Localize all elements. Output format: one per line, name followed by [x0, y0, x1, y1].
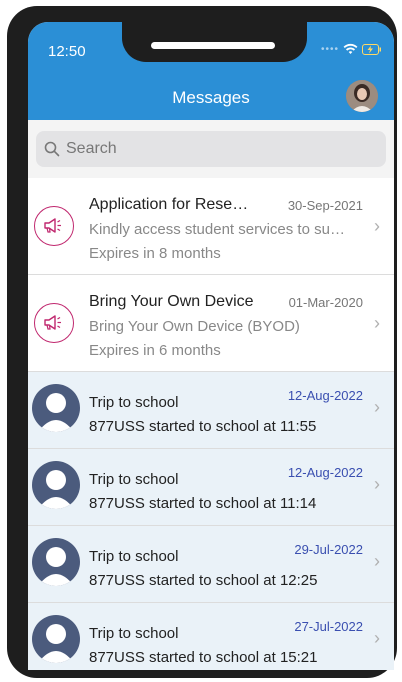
trip-message: 877USS started to school at 12:25 — [89, 572, 318, 589]
status-icons: •••• — [321, 43, 382, 55]
chevron-right-icon: › — [374, 474, 380, 494]
person-placeholder-icon — [32, 615, 80, 663]
list-item[interactable]: Trip to school 12-Aug-2022 877USS starte… — [28, 372, 394, 449]
trip-title: Trip to school — [89, 548, 179, 565]
speaker-slot — [151, 42, 275, 49]
trip-date: 12-Aug-2022 — [287, 465, 363, 480]
message-expiry: Expires in 8 months — [89, 245, 221, 262]
battery-charging-icon — [362, 43, 381, 55]
search-bar[interactable] — [36, 131, 386, 167]
megaphone-icon — [34, 206, 74, 246]
message-title: Bring Your Own Device — [89, 293, 254, 310]
app-header: 12:50 •••• Messages — [28, 22, 394, 120]
avatar-photo-icon — [346, 80, 378, 112]
megaphone-icon — [34, 303, 74, 343]
list-item[interactable]: Trip to school 12-Aug-2022 877USS starte… — [28, 449, 394, 526]
chevron-right-icon: › — [374, 551, 380, 571]
message-expiry: Expires in 6 months — [89, 342, 221, 359]
trip-title: Trip to school — [89, 471, 179, 488]
message-preview: Bring Your Own Device (BYOD) — [89, 318, 300, 335]
person-placeholder-icon — [32, 461, 80, 509]
search-input[interactable] — [66, 140, 376, 158]
status-time: 12:50 — [48, 43, 86, 60]
page-title: Messages — [172, 88, 250, 107]
message-date: 01-Mar-2020 — [288, 295, 363, 310]
signal-icon: •••• — [320, 43, 339, 55]
search-area — [28, 120, 394, 178]
app-screen: 12:50 •••• Messages Search Application f… — [28, 22, 394, 670]
trip-title: Trip to school — [89, 625, 179, 642]
device-notch — [122, 22, 307, 62]
message-title: Application for Rese… — [89, 196, 249, 213]
profile-avatar[interactable] — [346, 80, 378, 112]
list-item[interactable]: Bring Your Own Device 01-Mar-2020 Bring … — [28, 275, 394, 372]
message-date: 30-Sep-2021 — [287, 198, 363, 213]
chevron-right-icon: › — [374, 216, 380, 236]
trip-message: 877USS started to school at 15:21 — [89, 649, 318, 666]
list-item[interactable]: Trip to school 27-Jul-2022 877USS starte… — [28, 603, 394, 670]
message-list: Application for Rese… 30-Sep-2021 Kindly… — [28, 178, 394, 670]
trip-message: 877USS started to school at 11:55 — [89, 418, 317, 435]
wifi-icon — [343, 43, 358, 54]
trip-date: 27-Jul-2022 — [294, 619, 363, 634]
chevron-right-icon: › — [374, 397, 380, 417]
trip-date: 29-Jul-2022 — [294, 542, 363, 557]
trip-message: 877USS started to school at 11:14 — [89, 495, 317, 512]
search-icon — [44, 141, 60, 157]
chevron-right-icon: › — [374, 628, 380, 648]
message-preview: Kindly access student services to su… — [89, 221, 345, 238]
person-placeholder-icon — [32, 538, 80, 586]
chevron-right-icon: › — [374, 313, 380, 333]
list-item[interactable]: Application for Rese… 30-Sep-2021 Kindly… — [28, 178, 394, 275]
list-item[interactable]: Trip to school 29-Jul-2022 877USS starte… — [28, 526, 394, 603]
trip-date: 12-Aug-2022 — [287, 388, 363, 403]
phone-frame: 12:50 •••• Messages Search Application f… — [7, 6, 397, 678]
trip-title: Trip to school — [89, 394, 179, 411]
person-placeholder-icon — [32, 384, 80, 432]
